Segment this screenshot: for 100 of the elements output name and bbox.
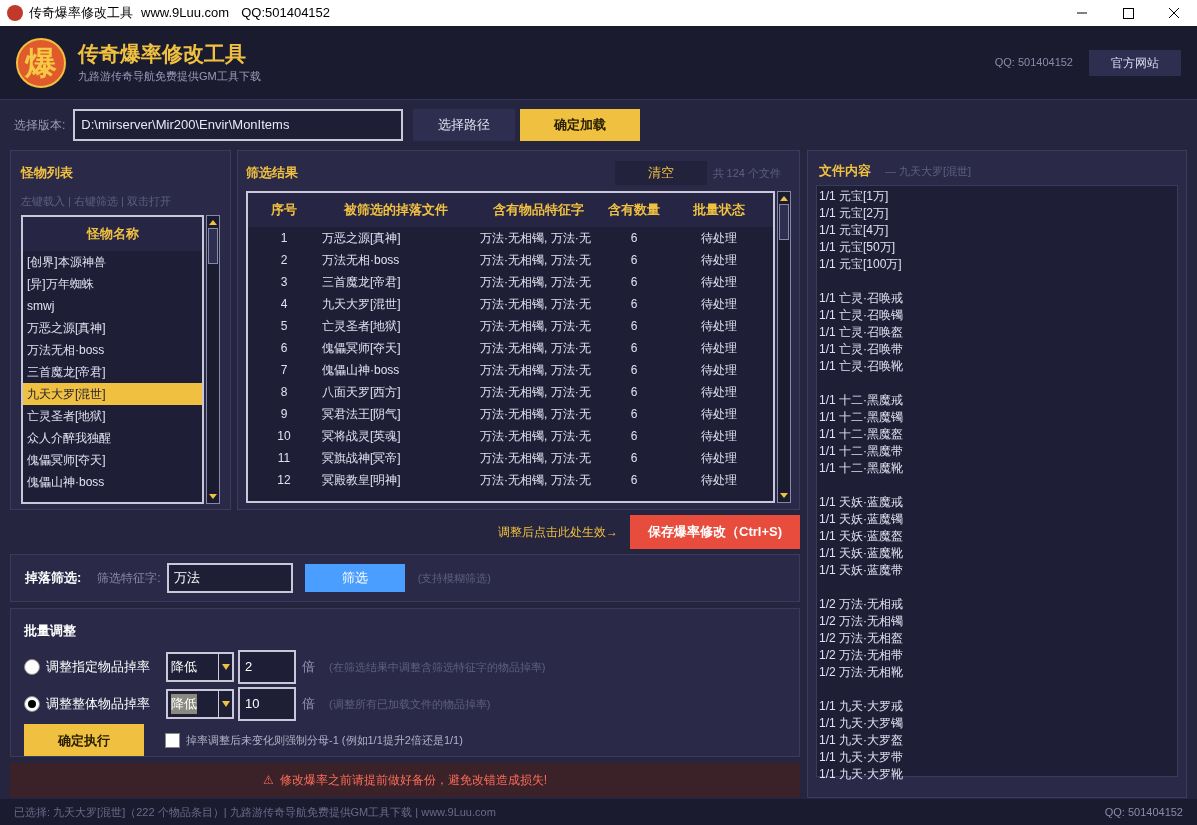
clear-button[interactable]: 清空 <box>614 161 707 185</box>
load-button[interactable]: 确定加载 <box>520 109 641 141</box>
content-line: 1/1 九天·大罗带 <box>819 749 904 766</box>
table-cell-text: 10 <box>276 428 292 445</box>
unit-label: 倍 <box>302 695 315 714</box>
content-line: 1/1 十二·黑魔带 <box>819 443 904 460</box>
table-cell-text: 冥殿教皇[明神] <box>321 472 402 489</box>
content-line: 1/2 万法·无相戒 <box>819 596 904 613</box>
scroll-thumb[interactable] <box>779 204 789 240</box>
filter-label: 筛选特征字: <box>97 570 161 588</box>
caret-icon <box>221 700 230 707</box>
table-cell-text: 傀儡山神·boss <box>321 362 401 379</box>
column-header: 序号 <box>270 201 298 220</box>
content-line: 1/1 十二·黑魔靴 <box>819 460 904 477</box>
radio-label: 调整指定物品掉率 <box>46 658 151 677</box>
content-line: 1/2 万法·无相盔 <box>819 630 904 647</box>
table-cell-text: 万法·无相镯, 万法·无 <box>479 318 592 335</box>
content-line: 1/1 元宝[100万] <box>819 256 903 273</box>
column-header: 含有数量 <box>607 201 661 220</box>
table-cell-text: 九天大罗[混世] <box>321 296 402 313</box>
table-cell-text: 6 <box>629 340 639 357</box>
radio-button[interactable] <box>24 695 40 712</box>
content-line: 1/1 十二·黑魔盔 <box>819 426 904 443</box>
table-cell-text: 待处理 <box>700 450 738 467</box>
monster-item[interactable]: smwj <box>23 295 202 317</box>
table-cell-text: 待处理 <box>700 252 738 269</box>
monster-item[interactable]: 万恶之源[真神] <box>23 317 202 339</box>
table-cell-text: 9 <box>279 406 289 423</box>
monster-item[interactable]: [创界]本源神兽 <box>23 251 202 273</box>
table-cell-text: 傀儡冥师[夺天] <box>321 340 402 357</box>
monster-item[interactable]: 众人介醉我独醒 <box>23 427 202 449</box>
table-cell-text: 万法·无相镯, 万法·无 <box>479 274 592 291</box>
table-cell-text: 万法·无相镯, 万法·无 <box>479 252 592 269</box>
warning-text: 修改爆率之前请提前做好备份，避免改错造成损失! <box>279 772 548 790</box>
table-cell-text: 冥将战灵[英魂] <box>321 428 402 445</box>
table-cell-text: 2 <box>279 252 289 269</box>
table-cell-text: 待处理 <box>700 318 738 335</box>
execute-button[interactable]: 确定执行 <box>24 724 144 757</box>
content-line: 1/1 元宝[1万] <box>819 188 890 205</box>
content-line: 1/2 万法·无相靴 <box>819 664 904 681</box>
save-button[interactable]: 保存爆率修改（Ctrl+S) <box>630 514 800 549</box>
table-cell-text: 待处理 <box>700 384 738 401</box>
content-line: 1/1 元宝[50万] <box>819 239 897 256</box>
table-cell-text: 万法·无相镯, 万法·无 <box>479 384 592 401</box>
panel-title: 筛选结果 <box>246 164 298 183</box>
radio-label: 调整整体物品掉率 <box>46 695 151 714</box>
list-scrollbar[interactable] <box>206 215 220 504</box>
website-button[interactable]: 官方网站 <box>1089 49 1181 76</box>
content-line: 1/1 天妖·蓝魔镯 <box>819 511 904 528</box>
factor-field[interactable]: 2 <box>238 649 296 684</box>
table-cell-text: 6 <box>279 340 289 357</box>
table-cell-text: 八面天罗[西方] <box>321 384 402 401</box>
path-field[interactable]: D:\mirserver\Mir200\Envir\MonItems <box>73 109 404 141</box>
content-line: 1/1 天妖·蓝魔戒 <box>819 494 904 511</box>
column-header: 怪物名称 <box>23 217 202 251</box>
content-line: 1/1 亡灵·召唤镯 <box>819 307 904 324</box>
table-cell-text: 8 <box>279 384 289 401</box>
filter-title: 掉落筛选: <box>25 569 82 588</box>
table-cell-text: 1 <box>279 230 289 247</box>
mode-dropdown[interactable]: 降低 <box>166 651 234 682</box>
content-line: 1/1 亡灵·召唤盔 <box>819 324 904 341</box>
factor-field[interactable]: 10 <box>238 686 296 721</box>
radio-button[interactable] <box>24 658 40 675</box>
monster-item[interactable]: 傀儡冥师[夺天] <box>23 449 202 471</box>
window-qq: QQ:501404152 <box>241 4 331 23</box>
table-cell-text: 6 <box>629 406 639 423</box>
table-cell-text: 6 <box>629 296 639 313</box>
window-site: www.9Luu.com <box>141 4 230 23</box>
table-cell-text: 万法·无相镯, 万法·无 <box>479 472 592 489</box>
browse-button[interactable]: 选择路径 <box>413 109 516 141</box>
column-header: 被筛选的掉落文件 <box>342 201 449 220</box>
table-cell-text: 11 <box>276 450 292 467</box>
table-cell-text: 6 <box>629 230 639 247</box>
table-scrollbar[interactable] <box>777 191 791 503</box>
monster-item[interactable]: 傀儡山神·boss <box>23 471 202 493</box>
checkbox[interactable] <box>165 732 180 748</box>
column-header: 批量状态 <box>692 201 746 220</box>
table-cell-text: 万法·无相镯, 万法·无 <box>479 230 592 247</box>
monster-item[interactable]: [异]万年蜘蛛 <box>23 273 202 295</box>
table-cell-text: 待处理 <box>700 406 738 423</box>
filter-field[interactable]: 万法 <box>166 563 293 594</box>
scroll-thumb[interactable] <box>208 228 218 264</box>
table-cell-text: 万法·无相镯, 万法·无 <box>479 428 592 445</box>
unit-label: 倍 <box>302 658 315 677</box>
table-cell-text: 7 <box>279 362 289 379</box>
header-qq: QQ: 501404152 <box>994 55 1073 71</box>
monster-item[interactable]: 亡灵圣者[地狱] <box>23 405 202 427</box>
monster-item[interactable]: 九天大罗[混世] <box>23 383 202 405</box>
status-qq: QQ: 501404152 <box>1104 804 1183 820</box>
table-cell-text: 亡灵圣者[地狱] <box>321 318 402 335</box>
panel-title: 文件内容 <box>819 162 871 181</box>
monster-item[interactable]: 三首魔龙[帝君] <box>23 361 202 383</box>
content-line: 1/1 天妖·蓝魔靴 <box>819 545 904 562</box>
table-cell-text: 6 <box>629 384 639 401</box>
table-cell-text: 待处理 <box>700 362 738 379</box>
monster-item[interactable]: 万法无相·boss <box>23 339 202 361</box>
table-cell-text: 12 <box>276 472 292 489</box>
table-cell-text: 6 <box>629 252 639 269</box>
table-cell-text: 待处理 <box>700 296 738 313</box>
table-cell-text: 6 <box>629 362 639 379</box>
